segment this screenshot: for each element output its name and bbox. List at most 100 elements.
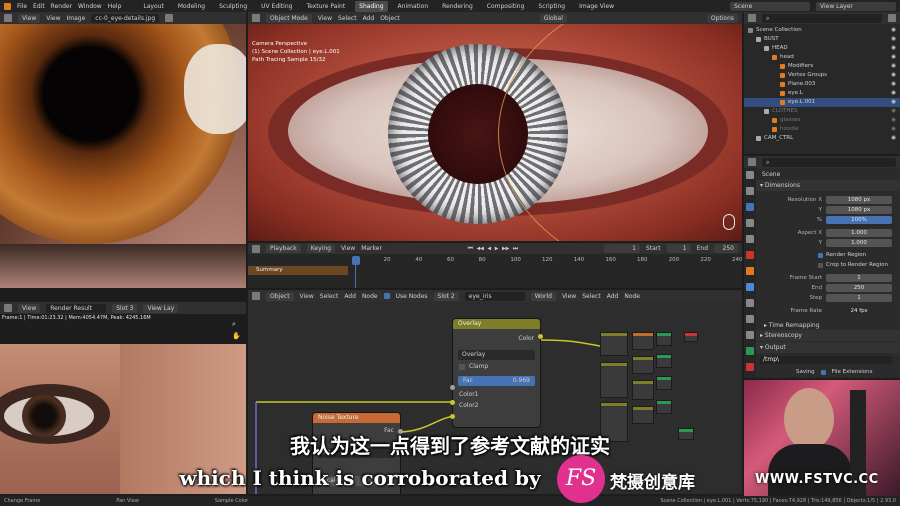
tab-layout[interactable]: Layout <box>139 1 167 12</box>
mini-node[interactable] <box>656 332 672 346</box>
material-field[interactable]: eye_iris <box>464 291 525 301</box>
tab-shading[interactable]: Shading <box>355 0 388 12</box>
end-frame-field[interactable]: 250 <box>714 244 738 253</box>
playhead[interactable] <box>352 256 360 265</box>
zoom-icon[interactable]: ⌕ <box>232 320 236 329</box>
tab-scripting[interactable]: Scripting <box>534 1 569 12</box>
mini-node[interactable] <box>600 362 628 398</box>
stereoscopy-panel[interactable]: ▸ Stereoscopy <box>756 330 900 341</box>
visibility-icon[interactable]: ◉ <box>891 71 900 80</box>
outliner-row[interactable]: HEAD ◉ <box>744 44 900 53</box>
view-dropdown[interactable]: View <box>18 303 41 313</box>
color-output-socket[interactable] <box>538 334 543 339</box>
menu-image[interactable]: Image <box>67 15 86 22</box>
frame-end-row[interactable]: End 250 <box>756 283 900 293</box>
view-dropdown[interactable]: View <box>18 13 41 23</box>
outliner-row[interactable]: Plane.003 ◉ <box>744 80 900 89</box>
physics-tab-icon[interactable] <box>746 315 754 323</box>
visibility-icon[interactable]: ◉ <box>891 44 900 53</box>
frame-end-field[interactable]: 250 <box>826 284 892 292</box>
object-dropdown[interactable]: Object <box>266 291 294 301</box>
object-tab-icon[interactable] <box>746 267 754 275</box>
start-frame-field[interactable]: 1 <box>666 244 691 253</box>
menu-view[interactable]: View <box>46 15 60 22</box>
visibility-icon[interactable]: ◉ <box>891 35 900 44</box>
material-tab-icon[interactable] <box>746 363 754 371</box>
render-result-field[interactable]: Render Result <box>46 303 107 313</box>
view-layer-selector[interactable]: View Layer <box>816 1 896 11</box>
use-nodes-checkbox[interactable] <box>383 293 390 299</box>
frame-rate-row[interactable]: Frame Rate 24 fps <box>756 306 900 316</box>
visibility-icon[interactable]: ◉ <box>891 26 900 35</box>
menu-select[interactable]: Select <box>338 15 357 22</box>
visibility-icon[interactable]: ◉ <box>891 134 900 143</box>
outliner-row[interactable]: Vertex Groups ◉ <box>744 71 900 80</box>
menu-render[interactable]: Render <box>51 3 72 10</box>
outliner-row[interactable]: eye.L.001 ◉ <box>744 98 900 107</box>
aspect-y-row[interactable]: Y 1.000 <box>756 238 900 248</box>
image-name-field[interactable]: cc-0_eye-details.jpg <box>91 13 160 23</box>
view-layer-tab-icon[interactable] <box>746 219 754 227</box>
menu-node-right[interactable]: Node <box>624 293 640 300</box>
frame-start-row[interactable]: Frame Start 1 <box>756 273 900 283</box>
scene-selector[interactable]: Scene <box>730 1 810 11</box>
aspect-x-field[interactable]: 1.000 <box>826 229 892 237</box>
editor-type-icon[interactable] <box>4 304 12 312</box>
menu-marker[interactable]: Marker <box>361 245 382 252</box>
menu-object[interactable]: Object <box>380 15 400 22</box>
modifier-tab-icon[interactable] <box>746 283 754 291</box>
hand-icon[interactable]: ✋ <box>232 332 241 340</box>
outliner-row[interactable]: eye.L ◉ <box>744 89 900 98</box>
frame-rate-dropdown[interactable]: 24 fps <box>826 307 892 315</box>
menu-add-right[interactable]: Add <box>607 293 619 300</box>
object-mode-dropdown[interactable]: Object Mode <box>266 13 312 23</box>
output-panel-header[interactable]: ▾ Output <box>756 342 900 353</box>
menu-select[interactable]: Select <box>320 293 339 300</box>
menu-help[interactable]: Help <box>108 3 122 10</box>
keying-menu[interactable]: Keying <box>306 244 335 253</box>
constraints-tab-icon[interactable] <box>746 331 754 339</box>
frame-start-field[interactable]: 1 <box>826 274 892 282</box>
tab-texture-paint[interactable]: Texture Paint <box>302 1 349 12</box>
viewport-render[interactable]: Camera Perspective (1) Scene Collection … <box>248 24 742 241</box>
playback-controls-icon[interactable]: ⏮ ◀◀ ◀ ▶ ▶▶ ⏭ <box>468 245 519 253</box>
tab-sculpting[interactable]: Sculpting <box>215 1 251 12</box>
timeline-area[interactable]: Summary 12040608010012014016018020022024… <box>248 254 743 288</box>
world-dropdown[interactable]: World <box>530 291 556 301</box>
resolution-y-row[interactable]: Y 1080 px <box>756 205 900 215</box>
outliner-row[interactable]: BUST ◉ <box>744 35 900 44</box>
menu-view-right[interactable]: View <box>562 293 576 300</box>
properties-search-input[interactable]: ⌕ <box>762 157 896 167</box>
menu-view[interactable]: View <box>341 245 355 252</box>
mini-node[interactable] <box>632 332 654 350</box>
menu-add[interactable]: Add <box>363 15 375 22</box>
world-tab-icon[interactable] <box>746 251 754 259</box>
tab-uv-editing[interactable]: UV Editing <box>257 1 296 12</box>
fac-input-socket[interactable] <box>450 385 455 390</box>
blender-logo-icon[interactable] <box>4 2 11 10</box>
close-icon[interactable] <box>165 14 174 22</box>
mini-node[interactable] <box>632 406 654 424</box>
editor-type-icon[interactable] <box>748 158 756 166</box>
editor-type-icon[interactable] <box>252 14 260 22</box>
saving-row[interactable]: Saving File Extensions <box>756 367 900 377</box>
color2-input-socket[interactable] <box>450 414 455 419</box>
fac-slider[interactable]: Fac 0.969 <box>458 376 535 386</box>
mini-node[interactable] <box>684 332 698 342</box>
render-region-row[interactable]: Render Region <box>756 250 900 260</box>
visibility-icon[interactable]: ◉ <box>891 107 900 116</box>
view-layer-dropdown[interactable]: View Lay <box>143 303 179 313</box>
aspect-y-field[interactable]: 1.000 <box>826 239 892 247</box>
mini-node[interactable] <box>600 332 628 356</box>
frame-step-field[interactable]: 1 <box>826 294 892 302</box>
slot-dropdown[interactable]: Slot 3 <box>112 303 138 313</box>
menu-edit[interactable]: Edit <box>33 3 45 10</box>
resolution-x-row[interactable]: Resolution X 1080 px <box>756 195 900 205</box>
tab-image-view[interactable]: Image View <box>575 1 618 12</box>
file-extensions-checkbox[interactable] <box>820 369 826 375</box>
frame-step-row[interactable]: Step 1 <box>756 293 900 303</box>
output-path-field[interactable]: /tmp\ <box>760 356 892 364</box>
slot-dropdown[interactable]: Slot 2 <box>433 291 459 301</box>
outliner-search-input[interactable]: ⌕ <box>762 13 882 23</box>
outliner-row[interactable]: head ◉ <box>744 53 900 62</box>
